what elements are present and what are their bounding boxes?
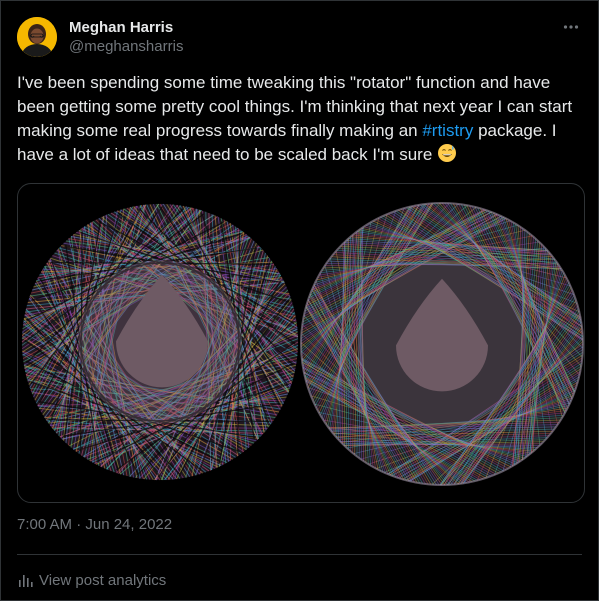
analytics-label: View post analytics <box>39 571 167 589</box>
more-horizontal-icon <box>563 25 579 29</box>
post-timestamp[interactable]: 7:00 AM · Jun 24, 2022 <box>17 516 172 533</box>
right-rotator-artwork <box>300 202 584 486</box>
post-text: I've been spending some time tweaking th… <box>17 71 581 167</box>
generative-art-image <box>21 202 584 486</box>
grinning-sweat-emoji-icon <box>438 144 457 162</box>
author-display-name[interactable]: Meghan Harris <box>69 18 183 37</box>
avatar[interactable] <box>17 17 57 57</box>
divider <box>17 554 582 555</box>
post-media[interactable] <box>17 183 585 503</box>
bar-chart-icon <box>19 575 33 587</box>
view-analytics-link[interactable]: View post analytics <box>17 571 166 589</box>
post-header: Meghan Harris @meghansharris <box>17 16 582 58</box>
left-rotator-artwork <box>21 203 299 481</box>
author-names: Meghan Harris @meghansharris <box>69 18 183 56</box>
post-card: Meghan Harris @meghansharris I've been s… <box>0 0 599 601</box>
more-options-button[interactable] <box>560 16 582 38</box>
hashtag-link[interactable]: #rtistry <box>422 121 473 140</box>
author-handle[interactable]: @meghansharris <box>69 37 183 56</box>
